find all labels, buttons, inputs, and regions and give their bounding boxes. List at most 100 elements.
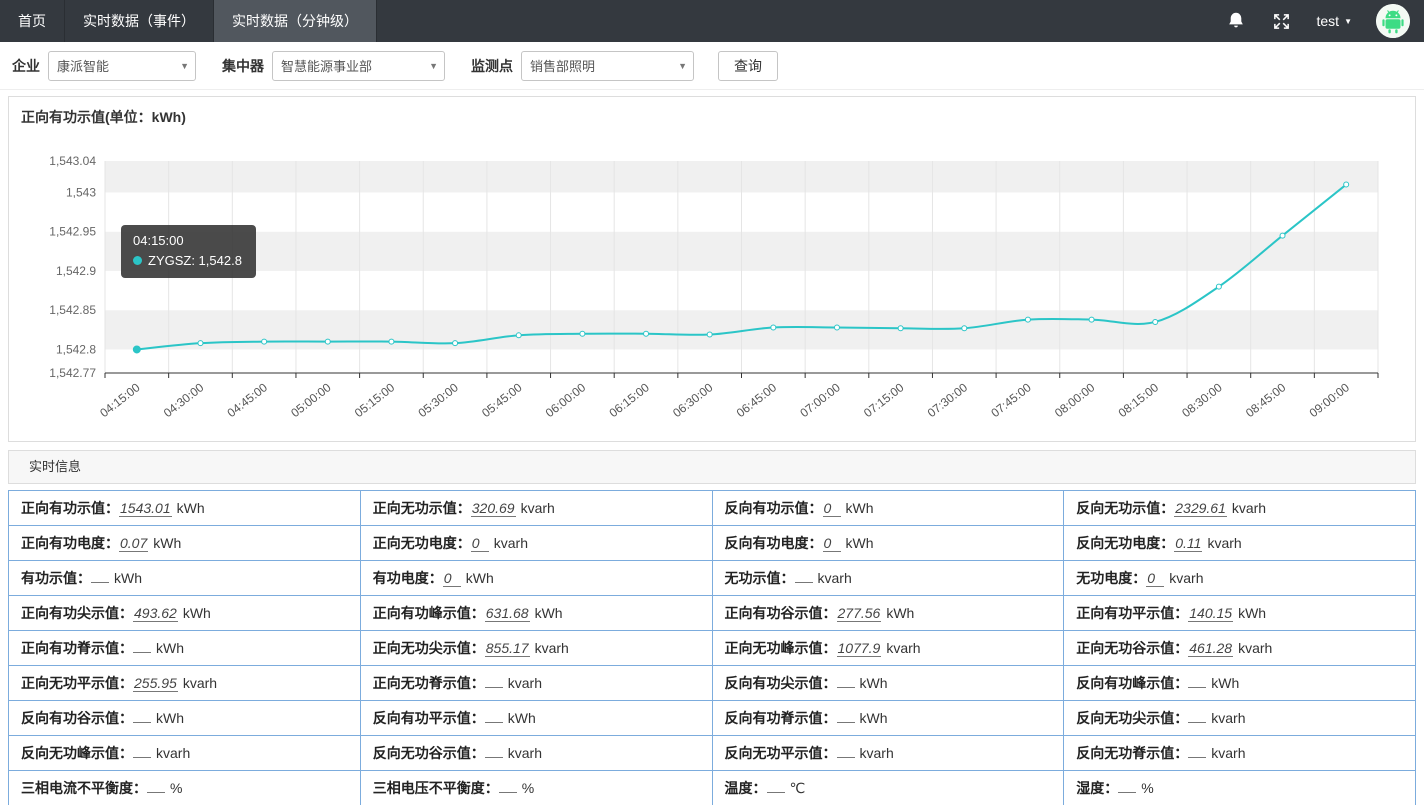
- metric-unit: kWh: [846, 535, 874, 551]
- metric-value[interactable]: 493.62: [133, 606, 178, 622]
- metric-value[interactable]: [837, 757, 855, 758]
- bell-icon[interactable]: [1225, 10, 1247, 32]
- data-point[interactable]: [1025, 317, 1030, 322]
- metric-unit: kWh: [466, 570, 494, 586]
- y-axis-label: 1,542.85: [49, 303, 96, 317]
- metric-value[interactable]: [1188, 687, 1206, 688]
- data-point[interactable]: [962, 326, 967, 331]
- x-axis-label: 08:45:00: [1243, 380, 1289, 420]
- metric-value[interactable]: 320.69: [471, 501, 516, 517]
- data-point[interactable]: [834, 325, 839, 330]
- enterprise-select[interactable]: 康派智能 ▼: [48, 51, 196, 81]
- metric-value[interactable]: 0.07: [119, 536, 148, 552]
- data-point[interactable]: [453, 341, 458, 346]
- metric-cell: 反向无功示值：2329.61kvarh: [1064, 491, 1416, 526]
- top-nav: 首页实时数据（事件）实时数据（分钟级） test ▼: [0, 0, 1424, 42]
- data-point[interactable]: [1153, 319, 1158, 324]
- nav-tab[interactable]: 实时数据（事件）: [65, 0, 214, 42]
- metric-value[interactable]: 0: [823, 536, 841, 552]
- metric-value[interactable]: 461.28: [1188, 641, 1233, 657]
- concentrator-selected-value: 智慧能源事业部: [281, 56, 372, 75]
- metric-label: 反向无功峰示值：: [21, 745, 133, 761]
- metric-unit: kWh: [508, 710, 536, 726]
- metric-value[interactable]: 255.95: [133, 676, 178, 692]
- monitor-point-select[interactable]: 销售部照明 ▼: [521, 51, 694, 81]
- data-point[interactable]: [389, 339, 394, 344]
- enterprise-selected-value: 康派智能: [57, 56, 109, 75]
- data-point[interactable]: [262, 339, 267, 344]
- metric-unit: kWh: [860, 710, 888, 726]
- metric-value[interactable]: [485, 757, 503, 758]
- metric-label: 正向无功示值：: [373, 500, 471, 516]
- metric-cell: 有功示值：kWh: [9, 561, 361, 596]
- data-point[interactable]: [771, 325, 776, 330]
- metric-value[interactable]: 277.56: [837, 606, 882, 622]
- user-menu[interactable]: test ▼: [1317, 13, 1353, 29]
- metric-value[interactable]: 2329.61: [1174, 501, 1227, 517]
- metric-unit: ℃: [790, 780, 806, 796]
- metric-value[interactable]: 0: [471, 536, 489, 552]
- metric-unit: %: [170, 780, 182, 796]
- data-point[interactable]: [898, 326, 903, 331]
- metric-value[interactable]: 0: [443, 571, 461, 587]
- line-chart[interactable]: 1,542.771,542.81,542.851,542.91,542.951,…: [21, 129, 1421, 441]
- metric-value[interactable]: [837, 687, 855, 688]
- y-axis-label: 1,543: [66, 185, 96, 199]
- metric-label: 反向无功电度：: [1076, 535, 1174, 551]
- metric-value[interactable]: [499, 792, 517, 793]
- metric-cell: 反向有功谷示值：kWh: [9, 701, 361, 736]
- metric-cell: 正向无功谷示值：461.28kvarh: [1064, 631, 1416, 666]
- metric-value[interactable]: [837, 722, 855, 723]
- metric-unit: kWh: [1238, 605, 1266, 621]
- metric-value[interactable]: 0: [823, 501, 841, 517]
- metric-value[interactable]: 140.15: [1188, 606, 1233, 622]
- x-axis-label: 06:15:00: [606, 380, 652, 420]
- metric-value[interactable]: [767, 792, 785, 793]
- metric-value[interactable]: 631.68: [485, 606, 530, 622]
- data-point[interactable]: [1344, 182, 1349, 187]
- concentrator-select[interactable]: 智慧能源事业部 ▼: [272, 51, 445, 81]
- metric-value[interactable]: 1077.9: [837, 641, 882, 657]
- x-axis-label: 05:00:00: [288, 380, 334, 420]
- data-point[interactable]: [644, 331, 649, 336]
- metric-value[interactable]: [133, 652, 151, 653]
- metric-unit: kvarh: [1169, 570, 1203, 586]
- metric-unit: kvarh: [521, 500, 555, 516]
- metric-value[interactable]: 0.11: [1174, 536, 1202, 552]
- metric-value[interactable]: [485, 687, 503, 688]
- data-point[interactable]: [516, 333, 521, 338]
- data-point[interactable]: [133, 346, 140, 353]
- metric-unit: kvarh: [156, 745, 190, 761]
- data-point[interactable]: [707, 332, 712, 337]
- data-point[interactable]: [1280, 233, 1285, 238]
- data-point[interactable]: [325, 339, 330, 344]
- metric-value[interactable]: 855.17: [485, 641, 530, 657]
- metric-label: 正向有功峰示值：: [373, 605, 485, 621]
- data-point[interactable]: [580, 331, 585, 336]
- query-button[interactable]: 查询: [718, 51, 778, 81]
- metric-value[interactable]: [1188, 722, 1206, 723]
- metric-unit: kWh: [886, 605, 914, 621]
- metric-cell: 正向有功示值：1543.01kWh: [9, 491, 361, 526]
- data-point[interactable]: [1089, 317, 1094, 322]
- data-point[interactable]: [1216, 284, 1221, 289]
- metric-value[interactable]: [1118, 792, 1136, 793]
- metric-value[interactable]: [485, 722, 503, 723]
- x-axis-label: 04:30:00: [161, 380, 207, 420]
- metric-value[interactable]: [147, 792, 165, 793]
- metric-value[interactable]: [795, 582, 813, 583]
- metric-value[interactable]: [133, 757, 151, 758]
- nav-tab[interactable]: 首页: [0, 0, 65, 42]
- metric-unit: kvarh: [183, 675, 217, 691]
- user-avatar[interactable]: [1376, 4, 1410, 38]
- nav-tab[interactable]: 实时数据（分钟级）: [214, 0, 377, 42]
- metric-value[interactable]: [91, 582, 109, 583]
- fullscreen-icon[interactable]: [1271, 10, 1293, 32]
- metric-cell: 正向有功电度：0.07kWh: [9, 526, 361, 561]
- data-point[interactable]: [198, 341, 203, 346]
- metric-label: 无功电度：: [1076, 570, 1146, 586]
- metric-value[interactable]: [1188, 757, 1206, 758]
- metric-value[interactable]: 1543.01: [119, 501, 172, 517]
- metric-value[interactable]: [133, 722, 151, 723]
- metric-value[interactable]: 0: [1146, 571, 1164, 587]
